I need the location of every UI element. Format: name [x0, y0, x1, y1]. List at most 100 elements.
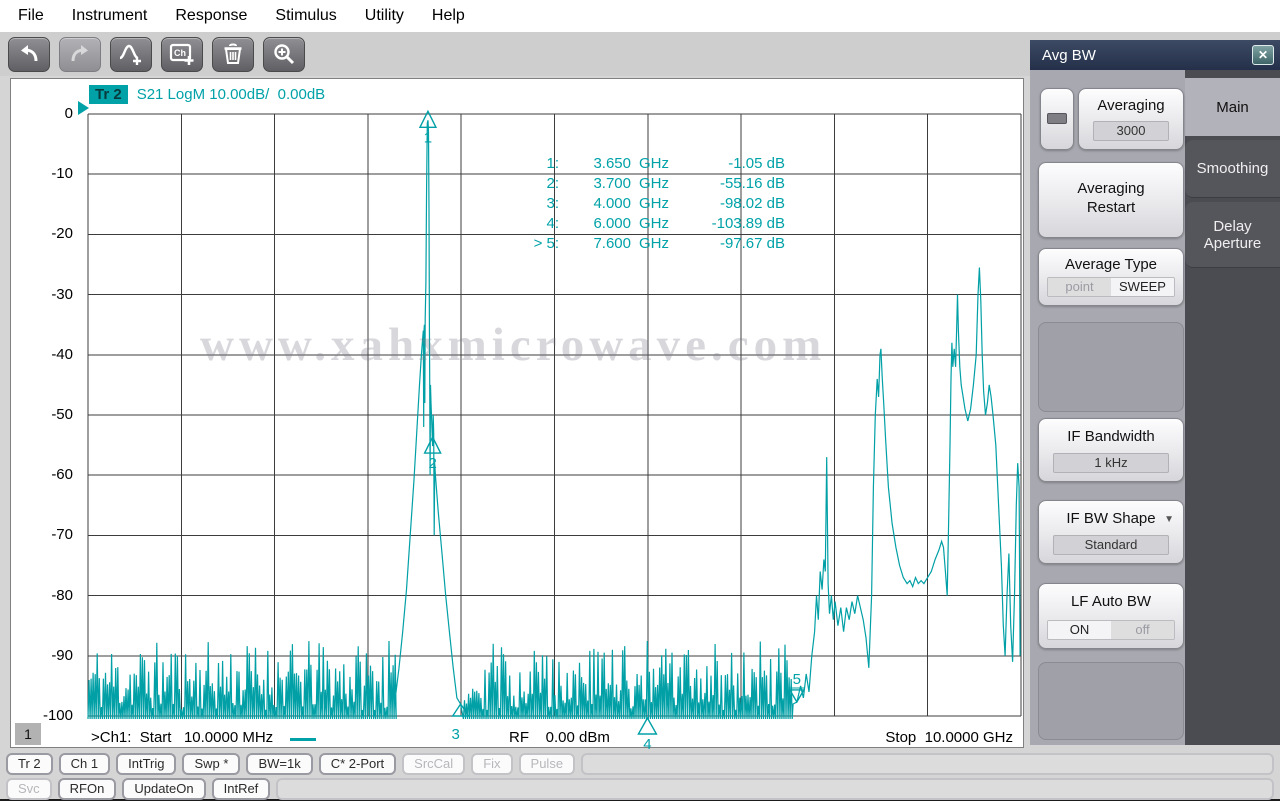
tab-delay-aperture-label: Delay Aperture — [1203, 217, 1262, 252]
status-button-tr-2[interactable]: Tr 2 — [6, 753, 53, 775]
menu-item-utility[interactable]: Utility — [351, 0, 418, 32]
status-button-c-2-port[interactable]: C* 2-Port — [318, 753, 397, 775]
lf-auto-bw-label: LF Auto BW — [1070, 593, 1152, 610]
trace-title: S21 LogM 10.00dB/ 0.00dB — [136, 86, 326, 103]
rf-power-label: RF 0.00 dBm — [509, 729, 610, 746]
menu-item-instrument[interactable]: Instrument — [58, 0, 162, 32]
tab-main[interactable]: Main — [1185, 78, 1280, 136]
stimulus-stop-label: Stop 10.0000 GHz — [885, 729, 1013, 746]
tab-delay-aperture[interactable]: Delay Aperture — [1185, 202, 1280, 268]
marker-4-icon — [637, 716, 658, 735]
y-tick--90: -90 — [51, 646, 73, 664]
averaging-restart-button[interactable]: Averaging Restart — [1038, 162, 1184, 238]
delete-trash-icon — [221, 42, 245, 66]
status-button-ch-1[interactable]: Ch 1 — [58, 753, 111, 775]
trace-color-legend-dash — [290, 738, 316, 741]
y-tick--30: -30 — [51, 285, 73, 303]
status-button-fix: Fix — [471, 753, 513, 775]
add-trace-button[interactable] — [110, 36, 152, 72]
redo-button[interactable] — [59, 36, 101, 72]
add-channel-button[interactable]: Ch — [161, 36, 203, 72]
delete-button[interactable] — [212, 36, 254, 72]
status-button-pulse: Pulse — [518, 753, 576, 775]
blank-softkey-1 — [1038, 322, 1184, 412]
redo-icon — [68, 43, 92, 65]
marker-3-icon — [451, 702, 470, 717]
if-bw-shape-value: Standard — [1053, 535, 1169, 555]
y-tick--10: -10 — [51, 165, 73, 183]
average-type-option-point[interactable]: point — [1048, 278, 1111, 296]
svg-text:2: 2 — [428, 455, 436, 472]
average-type-toggle[interactable]: point SWEEP — [1047, 277, 1175, 297]
average-type-button[interactable]: Average Type point SWEEP — [1038, 248, 1184, 306]
status-button-swp-[interactable]: Swp * — [182, 753, 241, 775]
chevron-down-icon: ▼ — [1164, 514, 1174, 525]
average-type-option-sweep[interactable]: SWEEP — [1111, 278, 1174, 296]
panel-title-bar[interactable]: Avg BW ✕ — [1030, 40, 1280, 70]
svg-text:3: 3 — [451, 726, 459, 743]
if-bandwidth-label: IF Bandwidth — [1067, 428, 1155, 445]
menu-item-help[interactable]: Help — [418, 0, 479, 32]
menu-item-stimulus[interactable]: Stimulus — [261, 0, 350, 32]
undo-button[interactable] — [8, 36, 50, 72]
lf-auto-bw-button[interactable]: LF Auto BW ON off — [1038, 583, 1184, 649]
undo-icon — [17, 43, 41, 65]
status-button-srccal: SrcCal — [402, 753, 466, 775]
lf-auto-bw-option-off[interactable]: off — [1111, 621, 1174, 639]
avg-bw-panel: Avg BW ✕ Main Smoothing Delay Aperture A… — [1030, 40, 1280, 745]
marker-readout-row-4: 4: 6.000 GHz -103.89 dB — [546, 215, 785, 232]
svg-text:4: 4 — [643, 736, 651, 749]
menu-item-file[interactable]: File — [4, 0, 58, 32]
status-bar-row-1: Tr 2 Ch 1 IntTrig Swp * BW=1k C* 2-Port SrcCal… — [0, 752, 1280, 776]
blank-softkey-2 — [1038, 662, 1184, 740]
zoom-button[interactable] — [263, 36, 305, 72]
if-bandwidth-button[interactable]: IF Bandwidth 1 kHz — [1038, 418, 1184, 482]
panel-tab-strip: Main Smoothing Delay Aperture — [1185, 70, 1280, 745]
add-trace-icon — [118, 42, 144, 66]
marker-2-icon — [423, 435, 442, 454]
channel-number-badge[interactable]: 1 — [15, 723, 41, 745]
lf-auto-bw-toggle[interactable]: ON off — [1047, 620, 1175, 640]
y-tick--80: -80 — [51, 586, 73, 604]
svg-text:5: 5 — [793, 671, 801, 688]
marker-readout-table: 1: 3.650 GHz -1.05 dB 2: 3.700 GHz -55.16 dB 3: 4… — [501, 154, 785, 254]
status-button-rfon[interactable]: RFOn — [57, 778, 117, 800]
trace-badge[interactable]: Tr 2 — [89, 85, 128, 104]
marker-1-icon — [418, 109, 438, 129]
menu-item-response[interactable]: Response — [161, 0, 261, 32]
lf-auto-bw-option-on[interactable]: ON — [1048, 621, 1111, 639]
averaging-button[interactable]: Averaging 3000 — [1078, 88, 1184, 150]
reference-level-triangle-icon — [78, 101, 89, 115]
plot-window: Tr 2 S21 LogM 10.00dB/ 0.00dB 0 -10 -20 -30… — [10, 78, 1024, 749]
y-tick--60: -60 — [51, 466, 73, 484]
status-empty-field — [581, 753, 1274, 775]
y-tick--50: -50 — [51, 406, 73, 423]
tab-smoothing[interactable]: Smoothing — [1185, 140, 1280, 198]
status-button-intref[interactable]: IntRef — [211, 778, 271, 800]
y-tick--40: -40 — [51, 345, 73, 363]
status-empty-field — [276, 778, 1274, 800]
if-bw-shape-button[interactable]: IF BW Shape ▼ Standard — [1038, 500, 1184, 564]
status-bar-row-2: Svc RFOn UpdateOn IntRef — [0, 777, 1280, 801]
add-channel-icon: Ch — [169, 42, 195, 66]
marker-readout-row-1: 1: 3.650 GHz -1.05 dB — [546, 155, 785, 172]
status-button-bw-1k[interactable]: BW=1k — [246, 753, 313, 775]
averaging-label: Averaging — [1097, 97, 1165, 114]
averaging-toggle-button[interactable] — [1040, 88, 1074, 150]
status-button-svc: Svc — [6, 778, 52, 800]
status-button-updateon[interactable]: UpdateOn — [122, 778, 206, 800]
y-tick-0: 0 — [64, 105, 73, 122]
svg-text:Ch: Ch — [174, 48, 186, 58]
averaging-value: 3000 — [1093, 121, 1169, 141]
status-button-inttrig[interactable]: IntTrig — [116, 753, 177, 775]
close-icon[interactable]: ✕ — [1252, 45, 1274, 65]
stimulus-start-label: >Ch1: Start 10.0000 MHz — [91, 729, 274, 746]
panel-body: Main Smoothing Delay Aperture Averaging … — [1030, 70, 1280, 745]
marker-readout-row-2: 2: 3.700 GHz -55.16 dB — [546, 175, 785, 192]
marker-5-icon — [788, 689, 806, 704]
if-bandwidth-value: 1 kHz — [1053, 453, 1169, 473]
marker-readout-row-3: 3: 4.000 GHz -98.02 dB — [546, 195, 785, 212]
svg-text:1: 1 — [424, 129, 432, 146]
y-tick--100: -100 — [42, 707, 73, 724]
led-indicator-icon — [1047, 113, 1067, 124]
